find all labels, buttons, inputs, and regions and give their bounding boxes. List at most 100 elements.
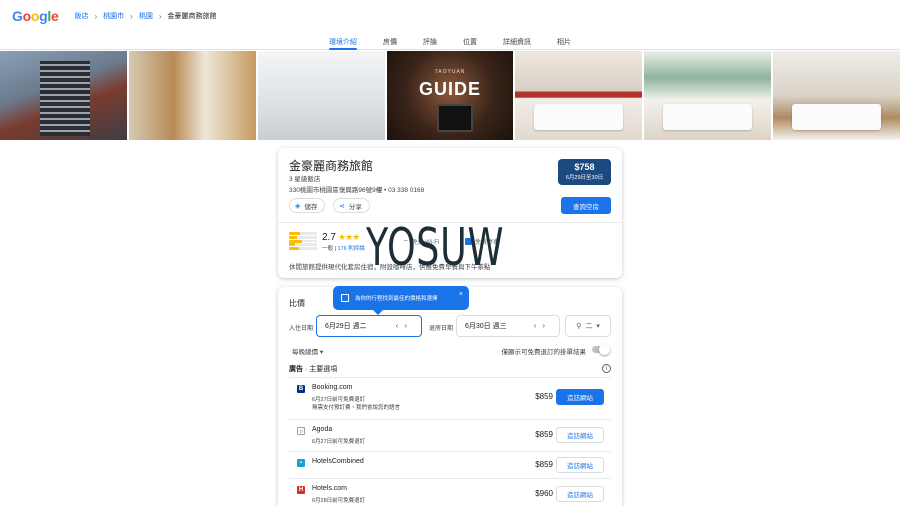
bookmark-icon: ◈ [295,202,301,210]
person-icon: ⚲ [576,323,582,330]
hotel-address[interactable]: 330桃園市桃園區復興路96號9樓 • 03 338 0168 [289,184,424,194]
price-dates: 6月29日至30日 [565,175,604,181]
offer-row: B Booking.com 6月27日前可免費退訂 無需支付預訂費・我們會說您的… [289,377,611,419]
bed-shape [663,104,753,130]
provider-note: 6月28日前可免費退訂 [312,498,366,504]
google-logo[interactable]: Google [12,8,59,24]
visit-site-button[interactable]: 造訪網站 [556,486,604,502]
save-button[interactable]: ◈ 儲存 [289,198,326,213]
kiosk-screen [437,104,474,132]
photo-exterior[interactable] [0,51,127,140]
share-label: 分享 [348,203,362,211]
tab-details[interactable]: 詳細資訊 [490,34,544,50]
tab-location[interactable]: 位置 [450,34,490,50]
section-tabs: 環境介紹 房價 評論 位置 詳細資訊 相片 [0,34,900,50]
photo-strip: TAOYUAN GUIDE [0,51,900,140]
chevron-right-icon: › [130,11,133,21]
visit-site-button[interactable]: 造訪網站 [556,457,604,473]
dates-tooltip: 為你的行程找到最佳的價格和選擇 × [333,286,469,315]
checkout-field[interactable]: 6月30日 週三 ‹› [456,315,560,337]
tab-prices[interactable]: 房價 [370,34,410,50]
checkout-label: 退房日期 [429,326,454,332]
hotelscombined-logo-icon: ▪ [297,459,305,467]
provider-price: $859 [535,430,553,439]
chevron-right-icon: › [158,11,162,21]
guest-count: 二 [585,323,593,330]
tooltip-text: 為你的行程找到最佳的價格和選擇 [355,296,438,302]
rating-score: 2.7 [322,232,336,243]
photo-room-desk[interactable] [128,51,256,140]
watermark: YOSUW [366,218,505,278]
provider-name[interactable]: Hotels.com [312,485,347,492]
photo-room-tv[interactable] [773,51,900,140]
breadcrumb-current: 金豪麗商務旅館 [167,13,217,20]
photo-bathroom[interactable] [257,51,385,140]
nightly-total-dropdown[interactable]: 每晚總價 ▾ [292,346,323,356]
review-count-link[interactable]: 176 則評論 [338,246,365,252]
free-cancel-label: 僅顯示可免費退訂的掛單結果 [501,349,587,356]
free-cancel-toggle[interactable] [592,344,610,355]
checkin-field[interactable]: 6月29日 週二 ‹› [316,315,422,337]
date-stepper-icons[interactable]: ‹› [534,321,551,330]
provider-price: $859 [535,460,553,469]
share-icon: ⋖ [339,202,345,210]
chevron-down-icon: ▾ [596,323,600,330]
photo-room-leaf[interactable] [644,51,772,140]
ads-header: 廣告 · 主要選項 [289,366,338,373]
nightly-label: 每晚總價 [292,349,318,356]
provider-note-2: 無需支付預訂費・我們會說您的語言 [312,405,401,411]
share-button[interactable]: ⋖ 分享 [333,198,370,213]
agoda-logo-icon: ○ [297,427,305,435]
breadcrumb-district[interactable]: 桃園 [139,11,153,21]
visit-site-button[interactable]: 造訪網站 [556,427,604,443]
breadcrumb-hotels[interactable]: 飯店 [74,11,88,21]
photo-room-red[interactable] [515,51,643,140]
ads-label: 廣告 [289,366,303,373]
price-badge[interactable]: $758 6月29日至30日 [558,159,611,185]
price-amount: $758 [574,162,595,172]
building-windows [40,61,90,136]
provider-price: $859 [535,392,553,401]
info-icon[interactable]: i [602,364,611,373]
tab-overview[interactable]: 環境介紹 [316,34,370,50]
top-bar: Google 飯店 › 桃園市 › 桃園 › 金豪麗商務旅館 [0,0,900,32]
rating-histogram [289,232,317,251]
offer-row: ○ Agoda 6月27日前可免費退訂 $859 造訪網站 [289,419,611,451]
visit-site-button[interactable]: 造訪網站 [556,389,604,405]
checkout-value: 6月30日 週三 [465,323,507,330]
provider-name[interactable]: Booking.com [312,384,352,391]
save-label: 儲存 [304,203,318,211]
rating-bar-3 [289,239,317,243]
bed-shape [792,104,881,130]
hotel-name: 金豪麗商務旅館 [289,159,374,173]
ads-title: 主要選項 [309,366,338,373]
rating-summary: 一般 | 176 則評論 [322,246,365,252]
compare-title: 比價 [289,299,305,308]
guests-selector[interactable]: ⚲ 二 ▾ [565,315,611,337]
checkin-value: 6月29日 週二 [325,323,367,330]
close-icon[interactable]: × [459,291,463,298]
provider-name[interactable]: Agoda [312,426,332,433]
hotel-class: 3 星級飯店 [289,176,321,183]
hotels-com-logo-icon: H [297,486,305,494]
rating-level: 一般 [322,246,334,252]
offer-row: ▪ HotelsCombined $859 造訪網站 [289,451,611,478]
tab-reviews[interactable]: 評論 [410,34,450,50]
tab-photos[interactable]: 相片 [544,34,584,50]
booking-logo-icon: B [297,385,305,393]
offer-row: H Hotels.com 6月28日前可免費退訂 $960 造訪網站 [289,478,611,506]
compare-prices-card: 比價 為你的行程找到最佳的價格和選擇 × 入住日期 6月29日 週二 ‹› 退房… [278,286,622,506]
rating-bar-2 [289,243,317,247]
breadcrumb-city[interactable]: 桃園市 [103,11,124,21]
star-icons: ★★★ [338,232,360,242]
provider-note: 6月27日前可免費退訂 [312,397,366,403]
check-availability-button[interactable]: 查詢空房 [561,197,611,214]
provider-name[interactable]: HotelsCombined [312,458,364,465]
date-stepper-icons[interactable]: ‹› [396,321,413,330]
rating-bar-4 [289,235,317,239]
sign-logo: GUIDE [419,79,482,99]
calendar-icon [341,294,349,302]
photo-lobby-sign[interactable]: TAOYUAN GUIDE [386,51,514,140]
chevron-right-icon: › [94,11,98,21]
chevron-down-icon: ▾ [319,349,324,356]
